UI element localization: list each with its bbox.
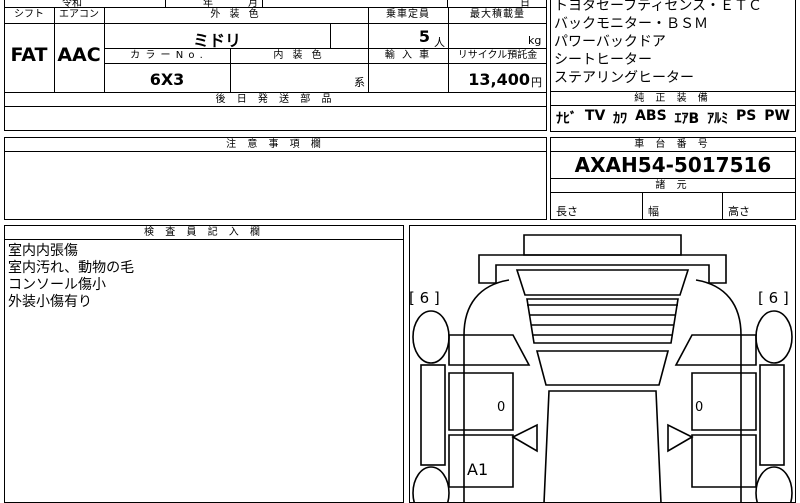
rear-window-outline bbox=[515, 269, 690, 296]
capacity-value: 5 bbox=[418, 27, 430, 46]
dimensions-header: 諸 元 bbox=[551, 179, 795, 193]
label-capacity: 乗車定員 bbox=[386, 9, 430, 20]
left-door-bracket: [ 6 ] bbox=[409, 289, 440, 307]
car-diagram: [ 6 ] [ 6 ] 0 0 A1 bbox=[409, 234, 793, 503]
era-text: 令和 bbox=[62, 0, 82, 9]
right-front-wheel bbox=[755, 466, 793, 503]
aircon-value: AAC bbox=[57, 44, 101, 66]
label-shift: シフト bbox=[14, 9, 44, 20]
rear-panel-outline bbox=[523, 234, 682, 256]
label-aircon: エアコン bbox=[59, 9, 99, 20]
chassis-number-value: AXAH54-5017516 bbox=[574, 153, 772, 177]
recycle-fee-value: 13,400 bbox=[468, 70, 530, 89]
equipment-note: パワーバックドア bbox=[554, 34, 666, 50]
spec-top-rule bbox=[4, 7, 547, 8]
equip-navi: ﾅﾋﾞ bbox=[556, 111, 577, 127]
left-front-wheel bbox=[412, 466, 450, 503]
equip-ps: PS bbox=[736, 108, 757, 124]
recycle-fee-unit: 円 bbox=[531, 76, 542, 89]
right-quarter-outline bbox=[674, 334, 757, 366]
equipment-note: シートヒーター bbox=[554, 52, 652, 68]
equipment-note: バックモニター・ＢＳＭ bbox=[554, 16, 708, 32]
inspector-notes-header: 検 査 員 記 入 欄 bbox=[5, 226, 403, 240]
equip-airbag: ｴｱB bbox=[674, 111, 700, 127]
label-max-load: 最大積載量 bbox=[470, 9, 525, 20]
month-suffix: 月 bbox=[248, 0, 258, 9]
label-color-no: カ ラ ー N o . bbox=[130, 50, 204, 61]
label-exterior-color: 外 装 色 bbox=[210, 9, 262, 20]
inspector-remark: コンソール傷小 bbox=[8, 277, 106, 293]
right-mirror-outline bbox=[667, 423, 694, 453]
body-right-outline bbox=[695, 279, 742, 503]
color-no-value: 6X3 bbox=[149, 70, 185, 89]
damage-code: A1 bbox=[467, 460, 488, 479]
equipment-notes: トヨタセーフティセンス・ＥＴＣ バックモニター・ＢＳＭ パワーバックドア シート… bbox=[554, 0, 794, 87]
year-suffix: 年 bbox=[203, 0, 213, 9]
day-suffix: 日 bbox=[520, 0, 530, 9]
right-door-bracket: [ 6 ] bbox=[758, 289, 789, 307]
windshield-outline bbox=[535, 350, 670, 386]
label-recycle-fee: リサイクル預託金 bbox=[457, 50, 538, 61]
right-rear-wheel bbox=[755, 310, 793, 364]
equip-alloy: ｱﾙﾐ bbox=[707, 111, 729, 127]
left-door-mark: 0 bbox=[497, 400, 505, 415]
right-sill bbox=[759, 364, 785, 466]
parts-to-send-header: 後 日 発 送 部 品 bbox=[5, 93, 546, 107]
interior-color-suffix: 系 bbox=[354, 76, 365, 89]
equip-leather: ｶﾜ bbox=[613, 111, 628, 127]
genuine-equipment-header: 純 正 装 備 bbox=[551, 92, 795, 106]
inspector-remark: 外装小傷有り bbox=[8, 294, 92, 310]
equip-pw: PW bbox=[764, 108, 790, 124]
equipment-note: ステアリングヒーター bbox=[554, 70, 694, 86]
notes-header: 注 意 事 項 欄 bbox=[5, 138, 546, 152]
dim-height-label: 高さ bbox=[728, 205, 750, 218]
label-interior-color: 内 装 色 bbox=[273, 50, 325, 61]
inspector-remark: 室内汚れ、動物の毛 bbox=[8, 260, 135, 276]
equip-tv: TV bbox=[584, 108, 606, 124]
equip-abs: ABS bbox=[635, 108, 667, 124]
chassis-number-header: 車 台 番 号 bbox=[551, 138, 795, 152]
label-import: 輸 入 車 bbox=[384, 50, 432, 61]
left-sill bbox=[420, 364, 446, 466]
max-load-unit: kg bbox=[528, 34, 542, 47]
inspector-remark: 室内内張傷 bbox=[8, 243, 78, 259]
left-mirror-outline bbox=[511, 423, 538, 453]
equipment-note: トヨタセーフティセンス・ＥＴＣ bbox=[554, 0, 763, 14]
right-door-mark: 0 bbox=[695, 400, 703, 415]
inspector-remarks: 室内内張傷 室内汚れ、動物の毛 コンソール傷小 外装小傷有り bbox=[8, 243, 134, 311]
right-front-door-outline bbox=[691, 434, 757, 488]
shift-value: FAT bbox=[10, 44, 48, 66]
left-quarter-outline bbox=[448, 334, 531, 366]
hood-outline bbox=[543, 390, 662, 503]
dim-width-label: 幅 bbox=[648, 205, 659, 218]
genuine-equipment-list: ﾅﾋﾞ TV ｶﾜ ABS ｴｱB ｱﾙﾐ PS PW bbox=[552, 108, 794, 128]
left-rear-wheel bbox=[412, 310, 450, 364]
dim-length-label: 長さ bbox=[556, 205, 578, 218]
rear-bumper-outline bbox=[478, 254, 727, 284]
